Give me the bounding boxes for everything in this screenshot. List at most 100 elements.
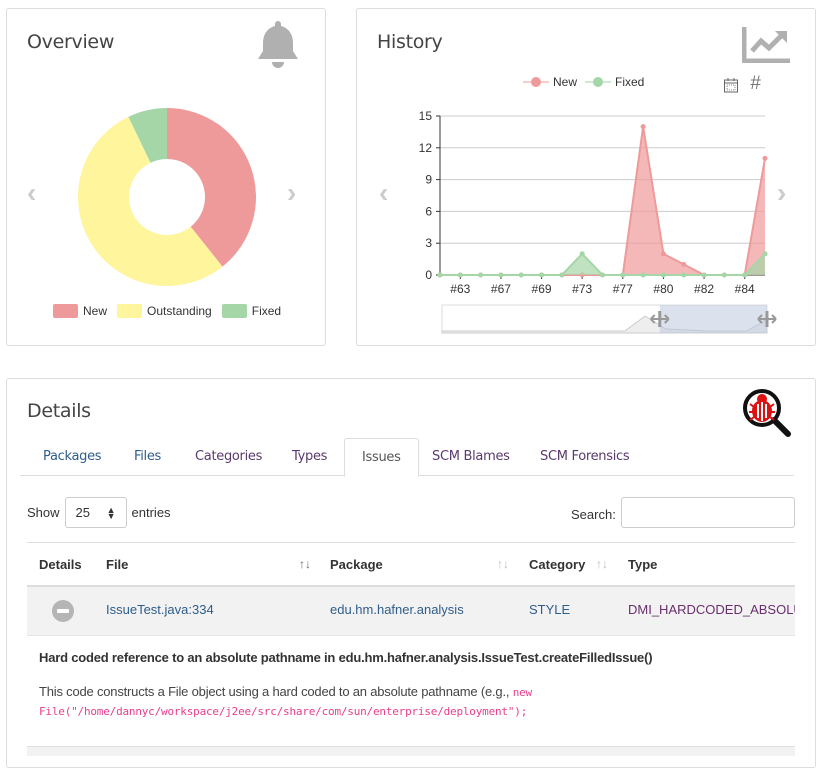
- legend-label-new[interactable]: New: [553, 75, 577, 89]
- point-fixed: [681, 272, 687, 278]
- point-fixed: [762, 251, 768, 257]
- select-updown-icon: ▲ ▼: [106, 504, 116, 521]
- x-tick-label: #84: [735, 282, 755, 296]
- history-prev-arrow[interactable]: ‹: [379, 177, 388, 209]
- issue-detail-title: Hard coded reference to an absolute path…: [39, 650, 653, 665]
- column-header-category[interactable]: Category: [529, 557, 585, 572]
- hash-icon[interactable]: #: [750, 73, 761, 95]
- history-legend: New Fixed: [523, 75, 644, 89]
- next-row-stripe: [27, 746, 795, 756]
- point-new: [762, 155, 768, 161]
- search-label: Search:: [571, 507, 616, 522]
- x-tick-label: #80: [653, 282, 673, 296]
- sort-package-icon[interactable]: ↑↓: [497, 557, 509, 571]
- point-fixed: [498, 272, 504, 278]
- bug-search-icon: [743, 389, 791, 437]
- point-fixed: [579, 251, 585, 257]
- y-tick-label: 3: [425, 236, 432, 250]
- sort-category-icon[interactable]: ↑↓: [596, 557, 608, 571]
- x-tick-label: #63: [450, 282, 470, 296]
- table-row[interactable]: IssueTest.java:334 edu.hm.hafner.analysi…: [27, 585, 795, 635]
- point-fixed: [437, 272, 443, 278]
- chart-line-icon: [742, 27, 790, 63]
- tab-issues[interactable]: Issues: [344, 438, 419, 477]
- package-link[interactable]: edu.hm.hafner.analysis: [330, 602, 464, 617]
- tab-scm-forensics[interactable]: SCM Forensics: [523, 438, 646, 476]
- line-fixed: [440, 252, 766, 276]
- y-tick-label: 0: [425, 268, 432, 282]
- point-fixed: [701, 272, 707, 278]
- y-tick-label: 9: [425, 173, 432, 187]
- table-header-divider: [27, 542, 795, 543]
- history-card: History ‹ › New Fixed # 0 3 6 9 12 15 #63 #67 #6…: [356, 8, 816, 346]
- type-link[interactable]: DMI_HARDCODED_ABSOLUTE_FILENAME: [628, 602, 795, 617]
- point-fixed: [478, 272, 484, 278]
- search-input[interactable]: [621, 497, 795, 528]
- issue-detail-description: This code constructs a File object using…: [39, 683, 599, 721]
- details-tabs: Packages Files Categories Types Issues S…: [20, 438, 794, 477]
- legend-label-fixed[interactable]: Fixed: [252, 304, 281, 318]
- file-link[interactable]: IssueTest.java:334: [106, 602, 214, 617]
- sort-file-icon[interactable]: ↑↓: [299, 557, 311, 571]
- x-tick-label: #82: [694, 282, 714, 296]
- column-header-file[interactable]: File: [106, 557, 128, 572]
- overview-prev-arrow[interactable]: ‹: [27, 177, 36, 209]
- column-header-details[interactable]: Details: [39, 557, 82, 572]
- area-new: [440, 126, 765, 275]
- bell-icon: [258, 21, 298, 68]
- category-link[interactable]: STYLE: [529, 602, 570, 617]
- point-new: [681, 261, 687, 267]
- overview-legend: New Outstanding Fixed: [43, 304, 281, 318]
- legend-swatch-fixed[interactable]: [221, 304, 247, 318]
- legend-swatch-outstanding[interactable]: [117, 304, 143, 318]
- legend-swatch-new[interactable]: [53, 304, 78, 318]
- zoom-slider-window[interactable]: [659, 305, 767, 333]
- point-fixed: [539, 272, 545, 278]
- legend-label-new[interactable]: New: [83, 304, 107, 318]
- legend-label-fixed[interactable]: Fixed: [615, 75, 644, 89]
- y-tick-label: 6: [425, 204, 432, 218]
- tab-categories[interactable]: Categories: [178, 438, 279, 476]
- line-new: [440, 126, 766, 276]
- point-fixed: [620, 272, 626, 278]
- point-fixed: [457, 272, 463, 278]
- legend-marker-new[interactable]: [523, 76, 549, 88]
- point-new: [660, 251, 666, 257]
- overview-title: Overview: [27, 31, 115, 53]
- point-fixed: [518, 272, 524, 278]
- calendar-icon[interactable]: [723, 77, 739, 93]
- history-title: History: [377, 31, 443, 53]
- column-header-type[interactable]: Type: [628, 557, 657, 572]
- tab-types[interactable]: Types: [275, 438, 344, 476]
- legend-label-outstanding[interactable]: Outstanding: [147, 304, 212, 318]
- entries-select[interactable]: 25 ▲ ▼: [64, 497, 127, 528]
- point-fixed: [559, 272, 565, 278]
- point-fixed: [660, 272, 666, 278]
- legend-marker-fixed[interactable]: [585, 76, 612, 88]
- issue-detail-text: This code constructs a File object using…: [39, 684, 513, 699]
- collapse-details-icon[interactable]: [52, 600, 74, 622]
- tab-files[interactable]: Files: [117, 438, 178, 476]
- y-tick-label: 12: [419, 141, 433, 155]
- entries-select-value: 25: [75, 505, 90, 520]
- overview-donut-chart: [78, 108, 257, 286]
- entries-length-control: Show 25 ▲ ▼ entries: [27, 497, 171, 528]
- overview-card: Overview ‹ › New Outstanding Fixed: [6, 8, 326, 346]
- overview-next-arrow[interactable]: ›: [287, 177, 296, 209]
- x-tick-label: #77: [613, 282, 633, 296]
- tab-scm-blames[interactable]: SCM Blames: [415, 438, 527, 476]
- x-tick-label: #67: [491, 282, 511, 296]
- details-title: Details: [27, 400, 91, 422]
- point-new: [640, 124, 646, 130]
- point-fixed: [742, 272, 748, 278]
- point-fixed: [721, 272, 727, 278]
- point-fixed: [600, 272, 605, 278]
- tab-packages[interactable]: Packages: [26, 438, 118, 476]
- history-area-chart: 0 3 6 9 12 15 #63 #67 #69 #73 #77 #80 #82 #84: [419, 109, 777, 334]
- area-fixed: [440, 253, 765, 275]
- x-tick-label: #73: [572, 282, 592, 296]
- column-header-package[interactable]: Package: [330, 557, 383, 572]
- entries-label: entries: [131, 505, 171, 520]
- x-tick-label: #69: [532, 282, 552, 296]
- point-fixed: [640, 272, 646, 278]
